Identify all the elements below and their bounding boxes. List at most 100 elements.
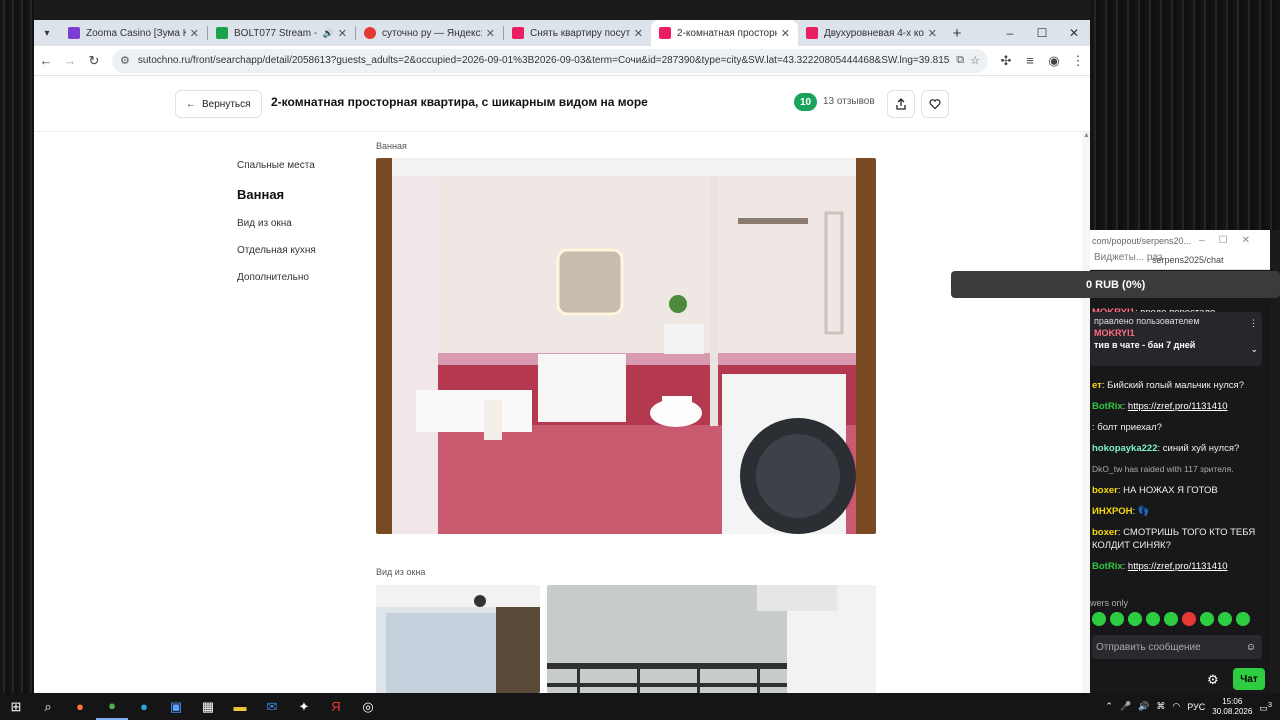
- chevron-up-icon[interactable]: ⌃: [1105, 701, 1113, 712]
- tab-1[interactable]: BOLT077 Stream - Watch🔊 ✕: [208, 20, 355, 46]
- emote-icon[interactable]: [1110, 612, 1124, 626]
- sparkle-icon[interactable]: ✦: [288, 693, 320, 720]
- wifi-icon[interactable]: ◠: [1172, 701, 1180, 712]
- bookmark-star-icon[interactable]: ☆: [970, 54, 980, 67]
- close-tab-icon[interactable]: ✕: [338, 27, 347, 40]
- notification-icon[interactable]: ▭3: [1259, 700, 1272, 714]
- close-tab-icon[interactable]: ✕: [928, 27, 937, 40]
- tab-search-icon[interactable]: ▾: [34, 20, 60, 46]
- emote-icon[interactable]: [1146, 612, 1160, 626]
- tab-title: Снять квартиру посуточно: [530, 27, 630, 39]
- close-tab-icon[interactable]: ✕: [486, 27, 495, 40]
- tab-3[interactable]: Снять квартиру посуточно ✕: [504, 20, 651, 46]
- windows-start-icon[interactable]: ⊞: [0, 693, 32, 720]
- install-app-icon[interactable]: ⧉: [956, 54, 964, 67]
- chat-username[interactable]: DkO_tw: [1092, 464, 1122, 474]
- folder-icon[interactable]: ▬: [224, 693, 256, 720]
- nav-item-kitchen[interactable]: Отдельная кухня: [237, 245, 316, 256]
- windows-taskbar: ⊞ ⌕ ● ● ● ▣ ▦ ▬ ✉ ✦ Я ◎ ⌃ 🎤 🔊 ⌘ ◠ РУС 15…: [0, 693, 1280, 720]
- emote-icon[interactable]: [1164, 612, 1178, 626]
- reviews-link[interactable]: 13 отзывов: [823, 96, 875, 107]
- chat-username[interactable]: boxer: [1092, 527, 1118, 538]
- save-app-icon[interactable]: ▣: [160, 693, 192, 720]
- browser-menu-icon[interactable]: ⋮: [1066, 49, 1090, 73]
- favorite-button[interactable]: [921, 90, 949, 118]
- edge-icon[interactable]: ●: [128, 693, 160, 720]
- reload-icon[interactable]: ↻: [82, 49, 106, 73]
- tab-0[interactable]: Zooma Casino [Зума Казино ✕: [60, 20, 207, 46]
- chrome-icon[interactable]: ●: [96, 693, 128, 720]
- yandex-browser-icon[interactable]: Я: [320, 693, 352, 720]
- chat-link[interactable]: https://zref.pro/1131410: [1128, 561, 1228, 572]
- scroll-up-icon[interactable]: ▲: [1083, 132, 1090, 139]
- chat-window-controls[interactable]: –☐✕: [1199, 235, 1264, 246]
- nav-item-sleeping[interactable]: Спальные места: [237, 160, 316, 171]
- chat-username[interactable]: BotRix: [1092, 561, 1123, 572]
- nav-item-bathroom[interactable]: Ванная: [237, 187, 316, 202]
- emote-icon[interactable]: [1200, 612, 1214, 626]
- nav-item-window-view[interactable]: Вид из окна: [237, 218, 316, 229]
- chat-username[interactable]: hokopayka222: [1092, 443, 1157, 454]
- site-info-icon[interactable]: ⚙: [120, 54, 130, 67]
- close-tab-icon[interactable]: ✕: [190, 27, 199, 40]
- chat-link[interactable]: https://zref.pro/1131410: [1128, 401, 1228, 412]
- volume-icon[interactable]: 🔊: [1138, 701, 1149, 712]
- language-indicator[interactable]: РУС: [1187, 702, 1205, 712]
- extensions-icon[interactable]: ✣: [994, 49, 1018, 73]
- chat-username[interactable]: BotRix: [1092, 401, 1123, 412]
- obs-icon[interactable]: ◎: [352, 693, 384, 720]
- clock[interactable]: 15:06 30.08.2026: [1212, 697, 1252, 717]
- chevron-down-icon[interactable]: ⌄: [1250, 344, 1258, 355]
- close-tab-icon[interactable]: ✕: [781, 27, 790, 40]
- emote-icon[interactable]: [1218, 612, 1232, 626]
- mail-icon[interactable]: ✉: [256, 693, 288, 720]
- profile-icon[interactable]: ◉: [1042, 49, 1066, 73]
- audio-icon[interactable]: 🔊: [323, 28, 334, 39]
- window-view-photo-2[interactable]: [547, 585, 876, 693]
- clock-time: 15:06: [1222, 696, 1243, 706]
- bathroom-photo[interactable]: [376, 158, 876, 534]
- mod-username[interactable]: MOKRYI1: [1094, 328, 1258, 338]
- tab-4[interactable]: 2-комнатная просторная к ✕: [651, 20, 798, 46]
- store-icon[interactable]: ▦: [192, 693, 224, 720]
- chat-message-input[interactable]: Отправить сообщение ☺: [1092, 635, 1262, 659]
- listing-header: ← Вернуться 2-комнатная просторная кварт…: [34, 76, 1090, 132]
- maximize-icon[interactable]: ☐: [1026, 20, 1058, 46]
- chat-text: : 👣: [1132, 506, 1150, 517]
- tab-2[interactable]: суточно ру — Яндекс: нашл ✕: [356, 20, 503, 46]
- microphone-icon[interactable]: 🎤: [1120, 701, 1131, 712]
- new-tab-button[interactable]: +: [945, 25, 969, 42]
- page-title: 2-комнатная просторная квартира, с шикар…: [271, 95, 648, 109]
- minimize-icon[interactable]: –: [994, 20, 1026, 46]
- close-tab-icon[interactable]: ✕: [634, 27, 643, 40]
- emote-icon[interactable]: [1182, 612, 1196, 626]
- balcony-image: [547, 585, 876, 693]
- back-button[interactable]: ← Вернуться: [175, 90, 262, 118]
- network-icon[interactable]: ⌘: [1156, 701, 1165, 712]
- tab-5[interactable]: Двухуровневая 4-х комнат ✕: [798, 20, 945, 46]
- chat-username[interactable]: boxer: [1092, 485, 1118, 496]
- search-icon[interactable]: ⌕: [32, 693, 64, 720]
- chat-username[interactable]: ет: [1092, 380, 1102, 391]
- mod-line: тив в чате - бан 7 дней: [1094, 340, 1196, 350]
- chat-username[interactable]: ИНХРОН: [1092, 506, 1133, 517]
- page-scrollbar[interactable]: ▲: [1082, 132, 1090, 693]
- chat-send-button[interactable]: Чат: [1233, 668, 1265, 690]
- emote-icon[interactable]: [1236, 612, 1250, 626]
- back-arrow-icon[interactable]: ←: [34, 49, 58, 73]
- window-view-photo-1[interactable]: [376, 585, 540, 693]
- system-tray: ⌃ 🎤 🔊 ⌘ ◠ РУС 15:06 30.08.2026 ▭3: [1105, 693, 1280, 720]
- media-icon[interactable]: ≡: [1018, 49, 1042, 73]
- share-button[interactable]: [887, 90, 915, 118]
- chat-settings-icon[interactable]: ⚙: [1207, 672, 1219, 688]
- emote-icon[interactable]: [1092, 612, 1106, 626]
- emoji-icon[interactable]: ☺: [1246, 642, 1256, 653]
- firefox-icon[interactable]: ●: [64, 693, 96, 720]
- emote-icon[interactable]: [1128, 612, 1142, 626]
- section-label-window-view: Вид из окна: [376, 567, 426, 577]
- close-window-icon[interactable]: ✕: [1058, 20, 1090, 46]
- more-options-icon[interactable]: ⋮: [1249, 318, 1258, 329]
- address-bar[interactable]: ⚙ sutochno.ru/front/searchapp/detail/205…: [112, 48, 988, 73]
- nav-item-additional[interactable]: Дополнительно: [237, 272, 316, 283]
- forward-arrow-icon[interactable]: →: [58, 49, 82, 73]
